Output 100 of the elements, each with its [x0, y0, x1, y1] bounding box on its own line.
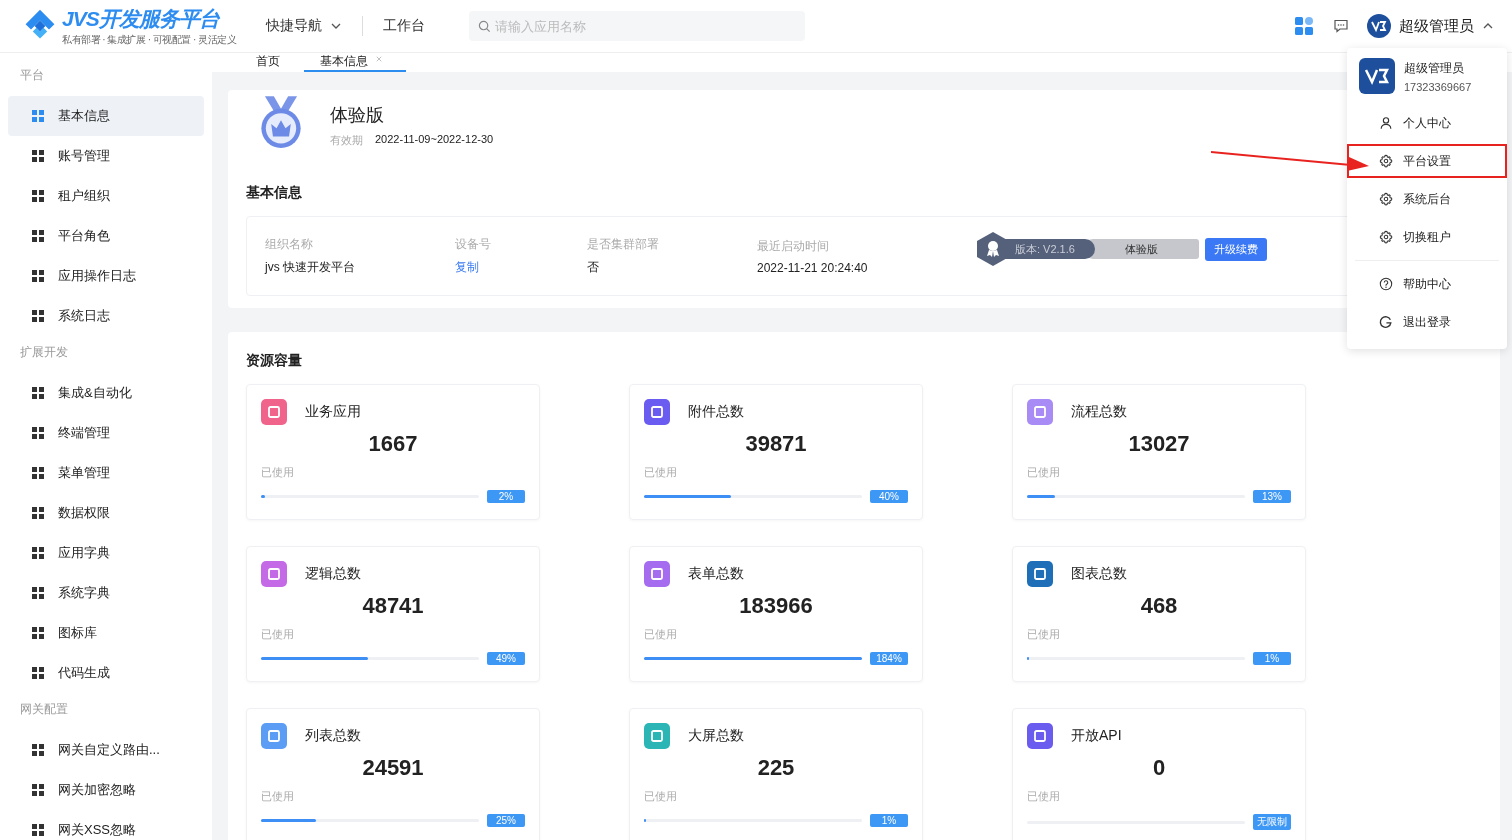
menu-item[interactable]: 平台设置 [1347, 144, 1507, 178]
resource-count: 13027 [1127, 431, 1191, 457]
sidebar-item[interactable]: 数据权限 [8, 493, 204, 533]
sidebar-group-title: 扩展开发 [19, 344, 69, 361]
copy-link[interactable]: 复制 [455, 259, 587, 276]
sidebar-group-title: 网关配置 [19, 701, 69, 718]
grid-icon [32, 270, 44, 282]
resource-count: 225 [756, 755, 796, 781]
avatar-icon [1359, 58, 1395, 94]
sidebar-item[interactable]: 终端管理 [8, 413, 204, 453]
avatar-icon [1367, 14, 1391, 38]
resource-title: 逻辑总数 [305, 565, 361, 583]
sidebar-item[interactable]: 图标库 [8, 613, 204, 653]
grid-icon [32, 427, 44, 439]
grid-icon [32, 587, 44, 599]
grid-icon [32, 824, 44, 836]
grid-icon [32, 784, 44, 796]
menu-item[interactable]: 个人中心 [1347, 106, 1507, 140]
used-label: 已使用 [261, 789, 295, 804]
section-title: 基本信息 [246, 184, 302, 202]
usage-percent: 无限制 [1253, 814, 1291, 830]
menu-item[interactable]: 退出登录 [1347, 305, 1507, 339]
sidebar-item[interactable]: 菜单管理 [8, 453, 204, 493]
used-label: 已使用 [644, 465, 678, 480]
resource-count: 468 [1139, 593, 1179, 619]
help-icon [1379, 277, 1393, 291]
resource-count: 24591 [361, 755, 425, 781]
user-name: 超级管理员 [1404, 59, 1465, 77]
grid-icon [32, 744, 44, 756]
resource-title: 图表总数 [1071, 565, 1127, 583]
used-label: 已使用 [1027, 789, 1061, 804]
sidebar-item[interactable]: 网关自定义路由... [8, 730, 204, 770]
menu-item[interactable]: 切换租户 [1347, 220, 1507, 254]
grid-icon [32, 230, 44, 242]
sidebar-item[interactable]: 基本信息 [8, 96, 204, 136]
page-tab[interactable]: 首页 [242, 53, 304, 72]
person-icon [1379, 116, 1393, 130]
grid-icon [32, 507, 44, 519]
logout-icon [1379, 315, 1393, 329]
grid-icon [32, 190, 44, 202]
usage-percent: 40% [870, 490, 908, 503]
grid-icon [32, 667, 44, 679]
sidebar-item[interactable]: 平台角色 [8, 216, 204, 256]
resource-title: 开放API [1071, 727, 1122, 745]
sidebar-item[interactable]: 系统日志 [8, 296, 204, 336]
field-label: 是否集群部署 [587, 236, 660, 253]
resource-count: 1667 [367, 431, 419, 457]
resource-title: 业务应用 [305, 403, 361, 421]
used-label: 已使用 [644, 789, 678, 804]
close-icon[interactable] [376, 55, 382, 62]
user-menu-button[interactable]: 超级管理员 [1367, 14, 1494, 38]
sidebar-item[interactable]: 网关XSS忽略 [8, 810, 204, 840]
usage-percent: 49% [487, 652, 525, 665]
resource-title: 列表总数 [305, 727, 361, 745]
grid-icon [32, 150, 44, 162]
edition-title: 体验版 [330, 103, 385, 127]
logo-slogan: 私有部署 · 集成扩展 · 可视配置 · 灵活定义 [62, 33, 237, 47]
grid-icon [32, 467, 44, 479]
page-tab[interactable]: 基本信息 [304, 53, 406, 72]
resource-title: 附件总数 [688, 403, 744, 421]
settings-icon [1379, 154, 1393, 168]
usage-percent: 1% [870, 814, 908, 827]
field-label: 组织名称 [265, 236, 314, 253]
field-label: 设备号 [455, 236, 492, 253]
used-label: 已使用 [644, 627, 678, 642]
resource-title: 大屏总数 [688, 727, 744, 745]
resource-title: 表单总数 [688, 565, 744, 583]
logo-title: JVS开发服务平台 [62, 6, 221, 32]
sidebar-item[interactable]: 应用字典 [8, 533, 204, 573]
grid-icon [32, 627, 44, 639]
field-label: 最近启动时间 [757, 237, 830, 255]
version-badge: 版本: V2.1.6 体验版 [977, 232, 1199, 266]
sidebar-item[interactable]: 账号管理 [8, 136, 204, 176]
resource-count: 183966 [738, 593, 814, 619]
usage-percent: 25% [487, 814, 525, 827]
message-icon[interactable] [1333, 18, 1349, 34]
resource-count: 39871 [744, 431, 808, 457]
validity-dates: 2022-11-09~2022-12-30 [375, 132, 494, 147]
sidebar-item[interactable]: 系统字典 [8, 573, 204, 613]
sidebar-item[interactable]: 代码生成 [8, 653, 204, 693]
menu-item[interactable]: 帮助中心 [1347, 267, 1507, 301]
sidebar-item[interactable]: 集成&自动化 [8, 373, 204, 413]
sidebar-group-title: 平台 [19, 67, 45, 84]
used-label: 已使用 [261, 465, 295, 480]
upgrade-button[interactable]: 升级续费 [1205, 237, 1267, 261]
menu-item[interactable]: 系统后台 [1347, 182, 1507, 216]
quick-nav-dropdown[interactable]: 快捷导航 [266, 17, 343, 35]
user-phone: 17323369667 [1404, 80, 1472, 93]
used-label: 已使用 [261, 627, 295, 642]
usage-percent: 13% [1253, 490, 1291, 503]
sidebar-item[interactable]: 租户组织 [8, 176, 204, 216]
apps-icon[interactable] [1295, 17, 1313, 35]
sidebar-item[interactable]: 应用操作日志 [8, 256, 204, 296]
resource-count: 0 [1151, 755, 1167, 781]
nav-link[interactable]: 工作台 [383, 17, 426, 35]
grid-icon [32, 387, 44, 399]
usage-percent: 2% [487, 490, 525, 503]
settings-icon [1379, 230, 1393, 244]
resource-count: 48741 [361, 593, 425, 619]
sidebar-item[interactable]: 网关加密忽略 [8, 770, 204, 810]
